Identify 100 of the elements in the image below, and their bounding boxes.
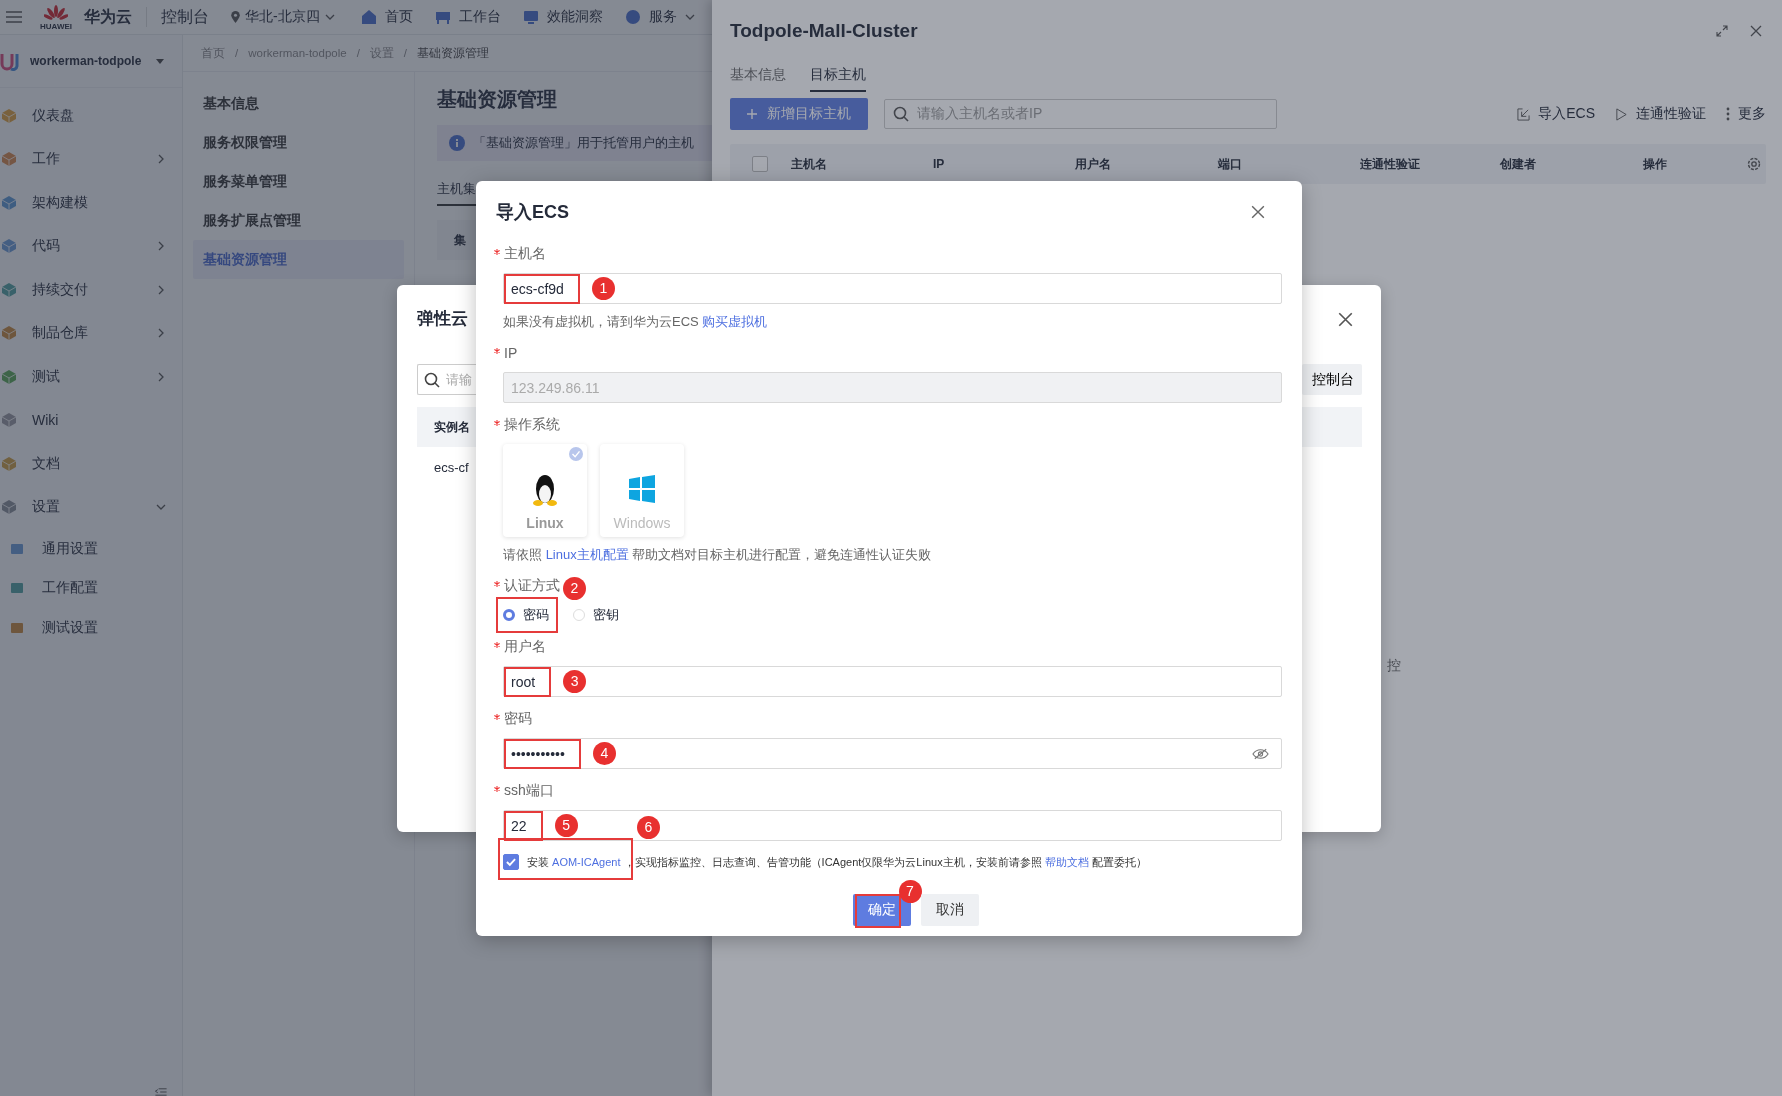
add-host-button[interactable]: 新增目标主机: [730, 98, 868, 130]
os-option-card[interactable]: Linux: [503, 444, 587, 537]
step-badge: 5: [554, 813, 578, 837]
sidebar-item[interactable]: 制品仓库: [0, 311, 182, 355]
step-badge: 3: [563, 669, 587, 693]
input-field[interactable]: root 3: [503, 666, 1282, 697]
eye-slash-icon[interactable]: [1252, 747, 1269, 760]
sidebar-subitem[interactable]: 测试设置: [0, 608, 182, 648]
radio-option[interactable]: 密码: [503, 606, 549, 624]
step-badge: 7: [898, 880, 922, 903]
chevron-right-icon[interactable]: [156, 241, 166, 252]
sidebar-item[interactable]: Wiki: [0, 398, 182, 442]
step-badge: 1: [591, 276, 615, 300]
column-header: 用户名: [1075, 155, 1112, 173]
input-field[interactable]: ecs-cf9d 1: [503, 273, 1282, 304]
project-selector[interactable]: workerman-todpole: [0, 35, 182, 88]
dialog-button[interactable]: 取消: [920, 894, 979, 926]
toolbar-action[interactable]: 连通性验证: [1615, 105, 1706, 123]
sidebar-item[interactable]: 持续交付: [0, 268, 182, 312]
settings-menu-item[interactable]: 服务扩展点管理: [193, 201, 404, 240]
table-header: [1302, 407, 1362, 447]
search-icon: [424, 371, 440, 388]
help-text: 如果没有虚拟机，请到华为云ECS 购买虚拟机: [503, 313, 769, 331]
chevron-right-icon[interactable]: [156, 328, 166, 339]
step-badge: 4: [592, 741, 616, 765]
chevron-down-icon: [324, 14, 335, 20]
sidebar-subitem[interactable]: 通用设置: [0, 529, 182, 569]
sidebar-item[interactable]: 测试: [0, 355, 182, 399]
location-pin-icon: [231, 11, 240, 23]
checkbox[interactable]: [752, 156, 768, 172]
doc-link[interactable]: Linux主机配置: [545, 547, 629, 562]
column-header: 操作: [1643, 155, 1668, 173]
column-header: 主机名: [791, 155, 828, 173]
settings-menu-item[interactable]: 服务权限管理: [193, 123, 404, 162]
toolbar-action[interactable]: 导入ECS: [1517, 105, 1595, 123]
buy-vm-link[interactable]: 购买虚拟机: [702, 314, 768, 329]
sidebar-subitem[interactable]: 工作配置: [0, 568, 182, 608]
chevron-right-icon[interactable]: [156, 154, 166, 165]
breadcrumb-separator: /: [356, 47, 360, 59]
field-label: 操作系统: [504, 416, 560, 434]
field-label: IP: [504, 345, 518, 361]
radio-option[interactable]: 密钥: [573, 606, 619, 624]
settings-menu-item[interactable]: 服务菜单管理: [193, 162, 404, 201]
column-header: 端口: [1218, 155, 1243, 173]
search-field[interactable]: 请输入主机名或者IP: [884, 99, 1277, 129]
settings-menu-item[interactable]: 基础资源管理: [193, 240, 404, 279]
collapse-icon[interactable]: [154, 1088, 168, 1096]
settings-menu-item[interactable]: 基本信息: [193, 84, 404, 123]
column-header: 连通性验证: [1360, 155, 1421, 173]
agent-install-text: 安装 AOM-ICAgent ，实现指标监控、日志查询、告管功能（ICAgent仅限华为云Linux主机，安装前请参照 帮助文档 配置委托）: [527, 854, 1147, 870]
chevron-right-icon[interactable]: [156, 284, 166, 295]
close-icon[interactable]: [1750, 25, 1762, 37]
page-title: 基础资源管理: [437, 87, 557, 112]
square-icon: [10, 581, 24, 596]
menu-icon[interactable]: [6, 11, 22, 23]
expand-icon[interactable]: [1716, 25, 1728, 37]
help-doc-link[interactable]: 帮助文档: [1044, 855, 1089, 868]
search-icon: [893, 106, 909, 122]
close-icon[interactable]: [1251, 205, 1265, 219]
region-selector[interactable]: 华北-北京四: [231, 8, 335, 26]
nav-link[interactable]: 首页: [360, 8, 413, 26]
input-field[interactable]: ••••••••••• 4: [503, 738, 1282, 769]
dialog-title: 弹性云: [417, 308, 468, 330]
play-icon: [1615, 107, 1628, 121]
nav-link[interactable]: 效能洞察: [522, 8, 603, 26]
sidebar-item[interactable]: 仪表盘: [0, 94, 182, 138]
chevron-right-icon[interactable]: [156, 371, 166, 382]
annotation-box: [504, 666, 552, 697]
console-button[interactable]: 控制台: [1302, 364, 1362, 395]
check-badge-icon: [569, 447, 583, 461]
settings-icon[interactable]: [1746, 156, 1762, 172]
close-icon[interactable]: [1338, 312, 1353, 327]
tab[interactable]: 目标主机: [810, 62, 866, 92]
checkbox[interactable]: [503, 854, 519, 870]
more-icon: [1726, 107, 1730, 121]
required-icon: [494, 641, 500, 648]
logo-caption: HUAWEI: [40, 21, 72, 31]
sidebar-item[interactable]: 工作: [0, 137, 182, 181]
column-header: IP: [933, 157, 946, 171]
radio-button[interactable]: [503, 609, 515, 621]
tab[interactable]: 基本信息: [730, 62, 786, 90]
annotation-box: [496, 597, 558, 633]
sidebar-item[interactable]: 设置: [0, 485, 182, 529]
nav-link[interactable]: 工作台: [434, 8, 501, 26]
table-cell-text: ecs-cf: [434, 459, 469, 477]
required-icon: [494, 785, 500, 792]
annotation-box: [854, 894, 901, 928]
square-icon: [10, 541, 24, 556]
table-header: 实例名: [417, 407, 476, 447]
agent-link[interactable]: AOM-ICAgent: [552, 855, 621, 868]
sidebar-item[interactable]: 代码: [0, 224, 182, 268]
empty-state-text: 控: [1387, 657, 1401, 675]
info-icon: [449, 135, 465, 151]
sidebar-item[interactable]: 文档: [0, 442, 182, 486]
sidebar-item[interactable]: 架构建模: [0, 181, 182, 225]
toolbar-action[interactable]: 更多: [1726, 105, 1766, 123]
nav-link[interactable]: 服务: [624, 8, 695, 26]
field-label: 认证方式: [504, 577, 560, 595]
console-link[interactable]: 控制台: [161, 6, 209, 28]
house-icon: [360, 9, 377, 25]
